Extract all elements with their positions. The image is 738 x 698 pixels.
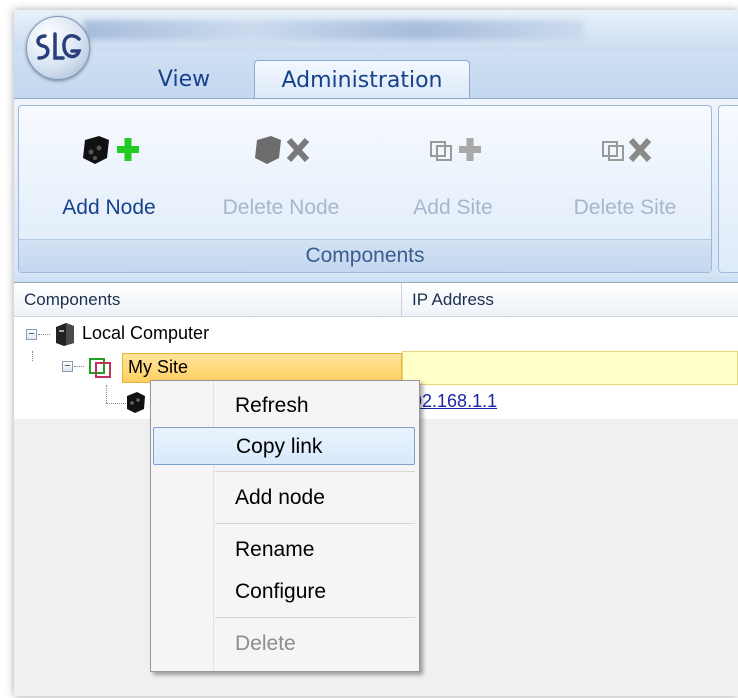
site-icon xyxy=(88,355,112,384)
delete-node-icon xyxy=(249,130,313,174)
delete-site-button[interactable]: Delete Site xyxy=(545,110,705,230)
components-group: Add Node Delete Node Add Site Delete Sit… xyxy=(18,105,712,273)
collapse-expander[interactable]: − xyxy=(62,361,73,372)
add-site-label: Add Site xyxy=(413,196,493,219)
delete-site-icon xyxy=(593,130,657,174)
menu-separator xyxy=(215,523,415,524)
menu-separator xyxy=(215,617,415,618)
computer-icon xyxy=(52,321,78,352)
logo-icon xyxy=(36,32,82,60)
next-ribbon-group xyxy=(718,105,738,273)
tab-view[interactable]: View xyxy=(134,60,234,100)
menu-item-refresh[interactable]: Refresh xyxy=(153,387,415,425)
app-logo-button[interactable] xyxy=(26,16,90,80)
add-node-button[interactable]: Add Node xyxy=(39,110,179,230)
ribbon: Add Node Delete Node Add Site Delete Sit… xyxy=(14,98,738,277)
ip-cell xyxy=(402,317,738,351)
tree-label-my-site: My Site xyxy=(128,357,189,377)
context-menu: Refresh Copy link Add node Rename Config… xyxy=(150,380,420,672)
column-header-components[interactable]: Components xyxy=(14,283,402,317)
blurred-title xyxy=(84,20,584,40)
delete-node-button[interactable]: Delete Node xyxy=(201,110,361,230)
title-bar xyxy=(14,10,738,52)
menu-item-configure[interactable]: Configure xyxy=(153,573,415,611)
add-node-icon xyxy=(77,130,141,174)
tab-administration[interactable]: Administration xyxy=(254,60,470,101)
add-site-icon xyxy=(421,130,485,174)
tree-label-local-computer: Local Computer xyxy=(82,323,210,343)
delete-node-label: Delete Node xyxy=(222,196,340,219)
add-site-button[interactable]: Add Site xyxy=(383,110,523,230)
delete-site-label: Delete Site xyxy=(573,196,677,219)
components-group-label: Components xyxy=(19,239,711,272)
ribbon-tabs: View Administration xyxy=(14,52,738,101)
menu-item-add-node[interactable]: Add node xyxy=(153,479,415,517)
node-icon xyxy=(124,389,150,420)
collapse-expander[interactable]: − xyxy=(26,329,37,340)
tree-row-local-computer[interactable]: − Local Computer xyxy=(14,317,738,352)
menu-item-delete[interactable]: Delete xyxy=(153,625,415,663)
menu-separator xyxy=(215,471,415,472)
menu-item-rename[interactable]: Rename xyxy=(153,531,415,569)
ip-cell xyxy=(402,351,738,385)
add-node-label: Add Node xyxy=(62,196,156,219)
column-header-ip-address[interactable]: IP Address xyxy=(402,283,738,317)
menu-item-copy-link[interactable]: Copy link xyxy=(153,427,415,465)
